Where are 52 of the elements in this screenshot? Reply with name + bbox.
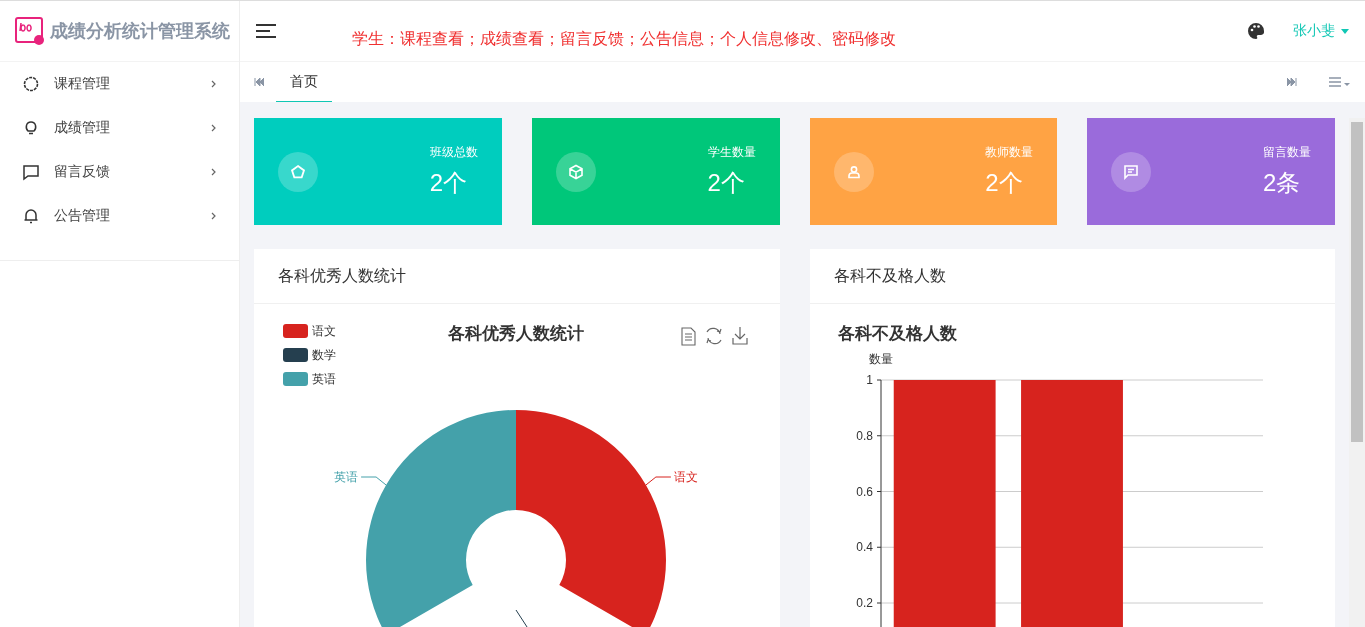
menu-item[interactable]: 留言反馈 — [0, 150, 239, 194]
download-icon[interactable] — [732, 326, 748, 345]
refresh-icon[interactable] — [706, 327, 722, 345]
legend-item[interactable]: 英语 — [283, 372, 336, 386]
chevron-icon — [211, 168, 217, 176]
logo-icon — [14, 15, 46, 47]
stat-label: 学生数量 — [707, 144, 756, 161]
chart-title: 各科优秀人数统计 — [448, 324, 584, 343]
speech-bubble-icon — [22, 163, 40, 181]
axis-title: 数量 — [868, 352, 893, 366]
stat-value: 2个 — [985, 168, 1023, 198]
panel-title: 各科优秀人数统计 — [278, 265, 406, 286]
pentagon-icon — [289, 162, 307, 181]
chevron-icon — [211, 212, 217, 220]
menu-icon[interactable] — [256, 24, 276, 38]
cube-icon — [566, 162, 585, 181]
menu-item[interactable]: 公告管理 — [0, 194, 239, 238]
bell-icon — [22, 207, 40, 225]
tick-label: 0.8 — [855, 428, 873, 443]
message-icon — [1122, 162, 1141, 181]
tick-label: 0.4 — [855, 540, 873, 555]
menu-item[interactable]: 课程管理 — [0, 62, 239, 106]
leader-line — [515, 609, 530, 627]
tick-label: 0.6 — [855, 484, 873, 499]
legend-item[interactable]: 数学 — [283, 348, 336, 362]
stat-value: 2个 — [429, 168, 468, 198]
leader-line — [645, 476, 672, 486]
stat-value: 2条 — [1263, 168, 1301, 198]
slice-label: 英语 — [334, 470, 359, 484]
stat-label: 班级总数 — [429, 144, 478, 161]
stat-label: 留言数量 — [1263, 144, 1311, 161]
chart-title: 各科不及格人数 — [837, 324, 957, 343]
document-icon[interactable] — [681, 327, 696, 346]
slice-label: 语文 — [673, 470, 698, 484]
palette-icon[interactable] — [1247, 22, 1265, 40]
chevron-icon — [211, 80, 217, 88]
caret-icon — [1341, 28, 1349, 34]
scrollbar[interactable] — [1349, 118, 1365, 627]
list-menu-icon[interactable] — [1329, 77, 1351, 87]
leader-line — [360, 476, 387, 486]
stat-value: 2个 — [707, 168, 745, 198]
tick-label: 0.2 — [855, 596, 873, 610]
tick-label: 1 — [865, 373, 873, 387]
role-notice: 学生：课程查看；成绩查看；留言反馈；公告信息；个人信息修改、密码修改 — [352, 28, 897, 49]
menu-item[interactable]: 成绩管理 — [0, 106, 239, 150]
chevron-icon — [211, 124, 217, 132]
first-page-icon[interactable] — [254, 78, 264, 86]
stat-label: 教师数量 — [985, 144, 1034, 161]
legend-item[interactable]: 语文 — [283, 324, 336, 338]
last-page-icon[interactable] — [1287, 78, 1297, 86]
app-title: 成绩分析统计管理系统 — [50, 20, 230, 43]
panel-title: 各科不及格人数 — [833, 265, 946, 286]
